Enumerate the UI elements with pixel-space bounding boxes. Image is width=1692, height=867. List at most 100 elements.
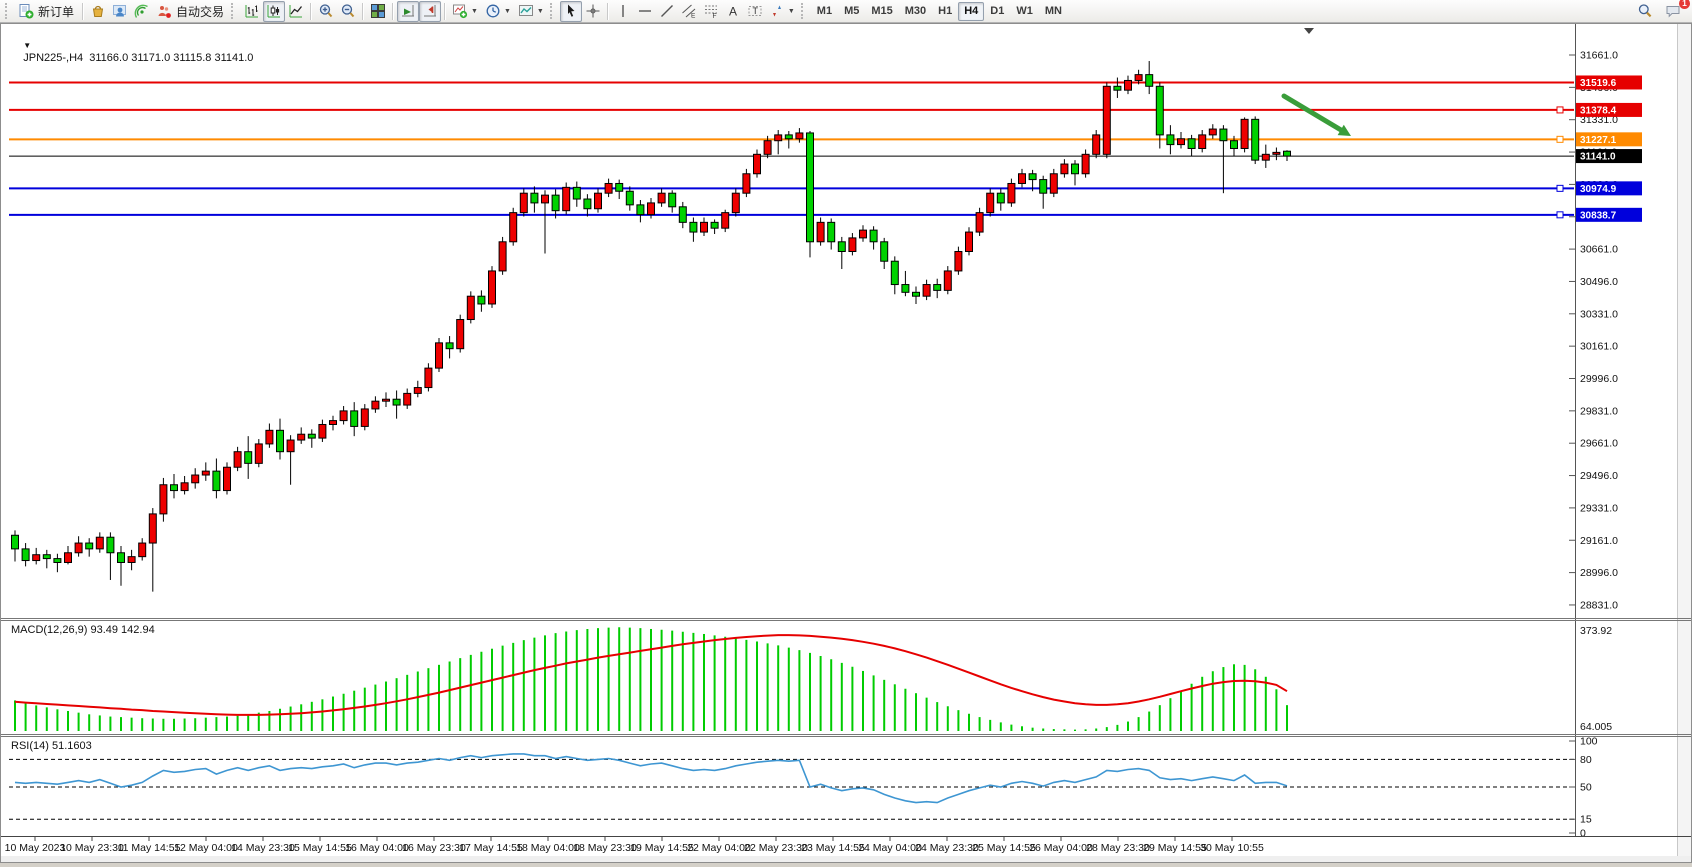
notifications-button[interactable]: 1 <box>1662 1 1685 22</box>
hline-handle[interactable] <box>1557 185 1563 191</box>
macd-label: MACD(12,26,9) 93.49 142.94 <box>11 624 155 636</box>
timeframe-d1[interactable]: D1 <box>984 2 1010 21</box>
candle <box>637 205 644 215</box>
fibonacci-button[interactable]: F <box>700 1 722 22</box>
candle <box>1188 139 1195 149</box>
timeframe-w1[interactable]: W1 <box>1010 2 1039 21</box>
candle <box>478 296 485 304</box>
candle <box>754 154 761 173</box>
candle <box>860 230 867 238</box>
candle <box>542 195 549 203</box>
chart-menu-triangle-icon[interactable]: ▼ <box>23 41 31 50</box>
candle <box>171 485 178 491</box>
text-label-button[interactable]: T <box>744 1 766 22</box>
candle <box>1209 129 1216 135</box>
timeframe-m15[interactable]: M15 <box>865 2 898 21</box>
candlestick-chart-button[interactable] <box>263 1 285 22</box>
horizontal-line-button[interactable] <box>634 1 656 22</box>
chevron-down-icon[interactable]: ▼ <box>470 8 479 15</box>
chevron-down-icon[interactable]: ▼ <box>503 8 512 15</box>
candle <box>1093 135 1100 154</box>
candle <box>976 213 983 232</box>
channel-icon: E <box>681 3 697 19</box>
templates-button[interactable]: ▼ <box>515 1 548 22</box>
periods-button[interactable]: ▼ <box>482 1 515 22</box>
hline-handle[interactable] <box>1557 136 1563 142</box>
new-order-button[interactable]: 新订单 <box>15 1 79 22</box>
auto-scroll-button[interactable] <box>397 1 419 22</box>
chevron-down-icon[interactable]: ▼ <box>787 8 796 15</box>
timeframe-h1[interactable]: H1 <box>932 2 958 21</box>
cursor-icon <box>563 3 579 19</box>
auto-trading-button[interactable]: 自动交易 <box>153 1 229 22</box>
zoom-in-button[interactable] <box>315 1 337 22</box>
separator <box>310 3 312 20</box>
candle <box>361 409 368 426</box>
candle <box>287 440 294 452</box>
separator <box>362 3 364 20</box>
candle <box>605 183 612 193</box>
candle <box>711 222 718 228</box>
candle <box>616 183 623 191</box>
candle <box>1029 174 1036 180</box>
trendline-button[interactable] <box>656 1 678 22</box>
chevron-down-icon[interactable]: ▼ <box>536 8 545 15</box>
timeframe-h4[interactable]: H4 <box>958 2 984 21</box>
candle <box>1072 164 1079 174</box>
zoom-in-icon <box>318 3 334 19</box>
community-button[interactable] <box>109 1 131 22</box>
bar-chart-button[interactable] <box>241 1 263 22</box>
signals-button[interactable] <box>131 1 153 22</box>
market-button[interactable] <box>87 1 109 22</box>
toolbar-grip <box>550 3 556 19</box>
price-axis[interactable] <box>1576 24 1676 836</box>
zoom-out-button[interactable] <box>337 1 359 22</box>
arrow-annotation[interactable] <box>1284 96 1341 130</box>
candle <box>1273 152 1280 154</box>
line-chart-button[interactable] <box>285 1 307 22</box>
candle <box>436 343 443 368</box>
auto-trading-label: 自动交易 <box>174 3 226 20</box>
arrows-button[interactable]: ▼ <box>766 1 799 22</box>
timeframe-mn[interactable]: MN <box>1039 2 1068 21</box>
candle <box>54 559 61 563</box>
candle <box>775 135 782 141</box>
timeframe-m30[interactable]: M30 <box>899 2 932 21</box>
equidistant-channel-button[interactable]: E <box>678 1 700 22</box>
text-label-icon: T <box>747 3 763 19</box>
rsi-label: RSI(14) 51.1603 <box>11 740 92 752</box>
candle <box>732 193 739 212</box>
cursor-button[interactable] <box>560 1 582 22</box>
timeframe-m1[interactable]: M1 <box>811 2 838 21</box>
search-button[interactable] <box>1634 1 1656 22</box>
candle <box>255 444 262 463</box>
hline-handle[interactable] <box>1557 107 1563 113</box>
candle <box>1019 174 1026 184</box>
chart-shift-button[interactable] <box>419 1 441 22</box>
time-axis[interactable] <box>1 837 1576 857</box>
hline-handle[interactable] <box>1557 212 1563 218</box>
candle <box>828 222 835 241</box>
timeframe-m5[interactable]: M5 <box>838 2 865 21</box>
candle <box>764 141 771 155</box>
candle <box>658 193 665 203</box>
candle <box>499 242 506 271</box>
market-bag-icon <box>90 3 106 19</box>
chart-shift-marker[interactable] <box>1304 28 1314 34</box>
crosshair-button[interactable] <box>582 1 604 22</box>
indicators-button[interactable]: ▼ <box>449 1 482 22</box>
chart-canvas[interactable]: 31661.031496.031331.031161.030996.030831… <box>1 24 1691 862</box>
candle <box>510 213 517 242</box>
candle <box>12 535 19 549</box>
candle <box>701 222 708 232</box>
chart-area[interactable]: 31661.031496.031331.031161.030996.030831… <box>0 23 1692 863</box>
toolbar-grip <box>231 3 237 19</box>
text-button[interactable]: A <box>722 1 744 22</box>
candle <box>870 230 877 242</box>
candle <box>234 452 241 468</box>
candle <box>1178 139 1185 145</box>
vertical-line-button[interactable] <box>612 1 634 22</box>
svg-text:F: F <box>712 13 716 19</box>
candle <box>202 471 209 475</box>
tile-windows-button[interactable] <box>367 1 389 22</box>
